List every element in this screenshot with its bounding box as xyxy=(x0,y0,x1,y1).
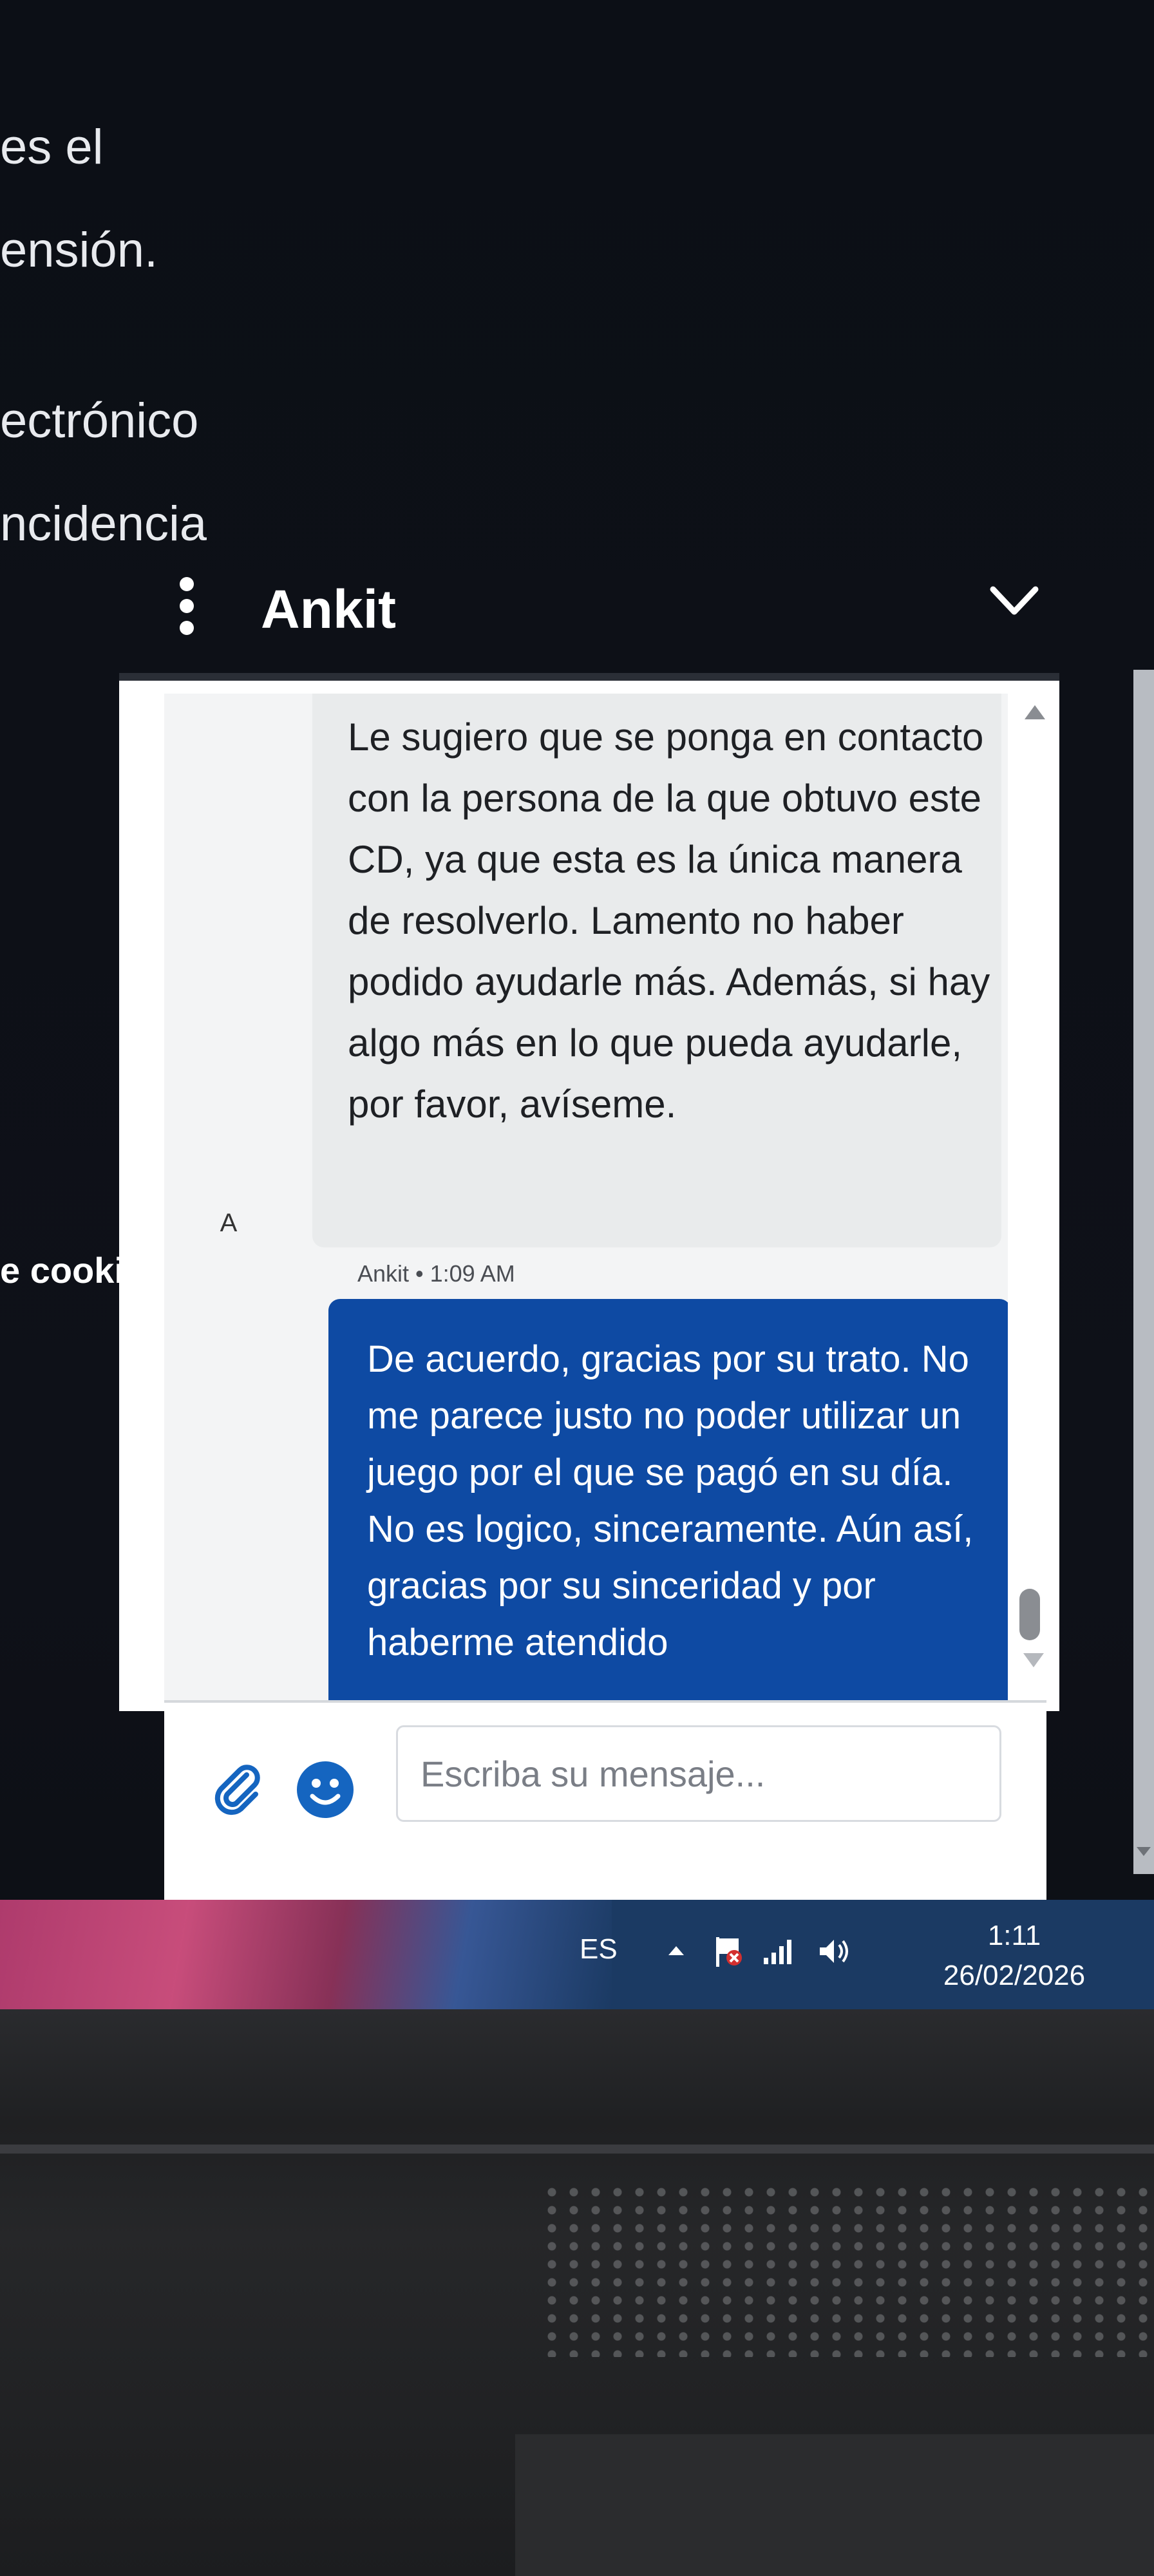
show-hidden-icons-icon[interactable] xyxy=(657,1932,695,1971)
clock-time: 1:11 xyxy=(987,1920,1041,1951)
taskbar-wallpaper xyxy=(0,1900,612,2009)
message-meta: Ankit • 1:09 AM xyxy=(357,1260,515,1287)
background-text-1: es el xyxy=(0,120,104,175)
background-text-4: ncidencia xyxy=(0,497,207,547)
language-indicator[interactable]: ES xyxy=(580,1933,618,1965)
speaker-grille xyxy=(541,2183,1154,2357)
agent-message-bubble: Le sugiero que se ponga en contacto con … xyxy=(312,694,1001,1247)
photo-frame: es el ensión. ectrónico ncidencia e cook… xyxy=(0,0,1154,2576)
bezel-edge xyxy=(0,2145,1154,2154)
taskbar-clock[interactable]: 1:11 26/02/2026 xyxy=(927,1916,1101,1996)
emoji-icon[interactable] xyxy=(293,1757,357,1822)
scroll-up-icon[interactable] xyxy=(1022,700,1048,726)
user-message-text: De acuerdo, gracias por su trato. No me … xyxy=(367,1338,974,1663)
message-list[interactable]: Le sugiero que se ponga en contacto con … xyxy=(164,694,1008,1730)
agent-message-text: Le sugiero que se ponga en contacto con … xyxy=(348,715,990,1126)
flag-icon[interactable] xyxy=(708,1932,747,1971)
taskbar: ES 1:11 26/02/2026 xyxy=(0,1900,1154,2009)
scroll-down-icon[interactable] xyxy=(1021,1647,1046,1672)
attach-icon[interactable] xyxy=(209,1761,267,1819)
desk-surface xyxy=(515,2434,1154,2576)
chat-header: Ankit xyxy=(167,554,1056,670)
scrollbar-thumb[interactable] xyxy=(1019,1589,1040,1640)
system-tray: ES 1:11 26/02/2026 xyxy=(567,1919,1153,1996)
clock-date: 26/02/2026 xyxy=(943,1960,1086,1991)
user-message-bubble: De acuerdo, gracias por su trato. No me … xyxy=(328,1299,1008,1730)
agent-name: Ankit xyxy=(261,579,396,639)
window-scrollbar[interactable] xyxy=(1133,670,1154,1874)
message-composer xyxy=(164,1700,1046,1902)
chevron-down-icon[interactable] xyxy=(985,573,1043,631)
chat-panel: Le sugiero que se ponga en contacto con … xyxy=(119,673,1059,1730)
kebab-menu-icon[interactable] xyxy=(167,573,206,644)
background-text-3: ectrónico xyxy=(0,393,199,448)
volume-icon[interactable] xyxy=(815,1932,853,1971)
message-input[interactable] xyxy=(396,1725,1001,1822)
background-text-2: ensión. xyxy=(0,223,158,278)
signal-icon[interactable] xyxy=(760,1932,799,1971)
agent-avatar: A xyxy=(220,1209,238,1237)
window-scroll-down-icon[interactable] xyxy=(1135,1842,1153,1860)
